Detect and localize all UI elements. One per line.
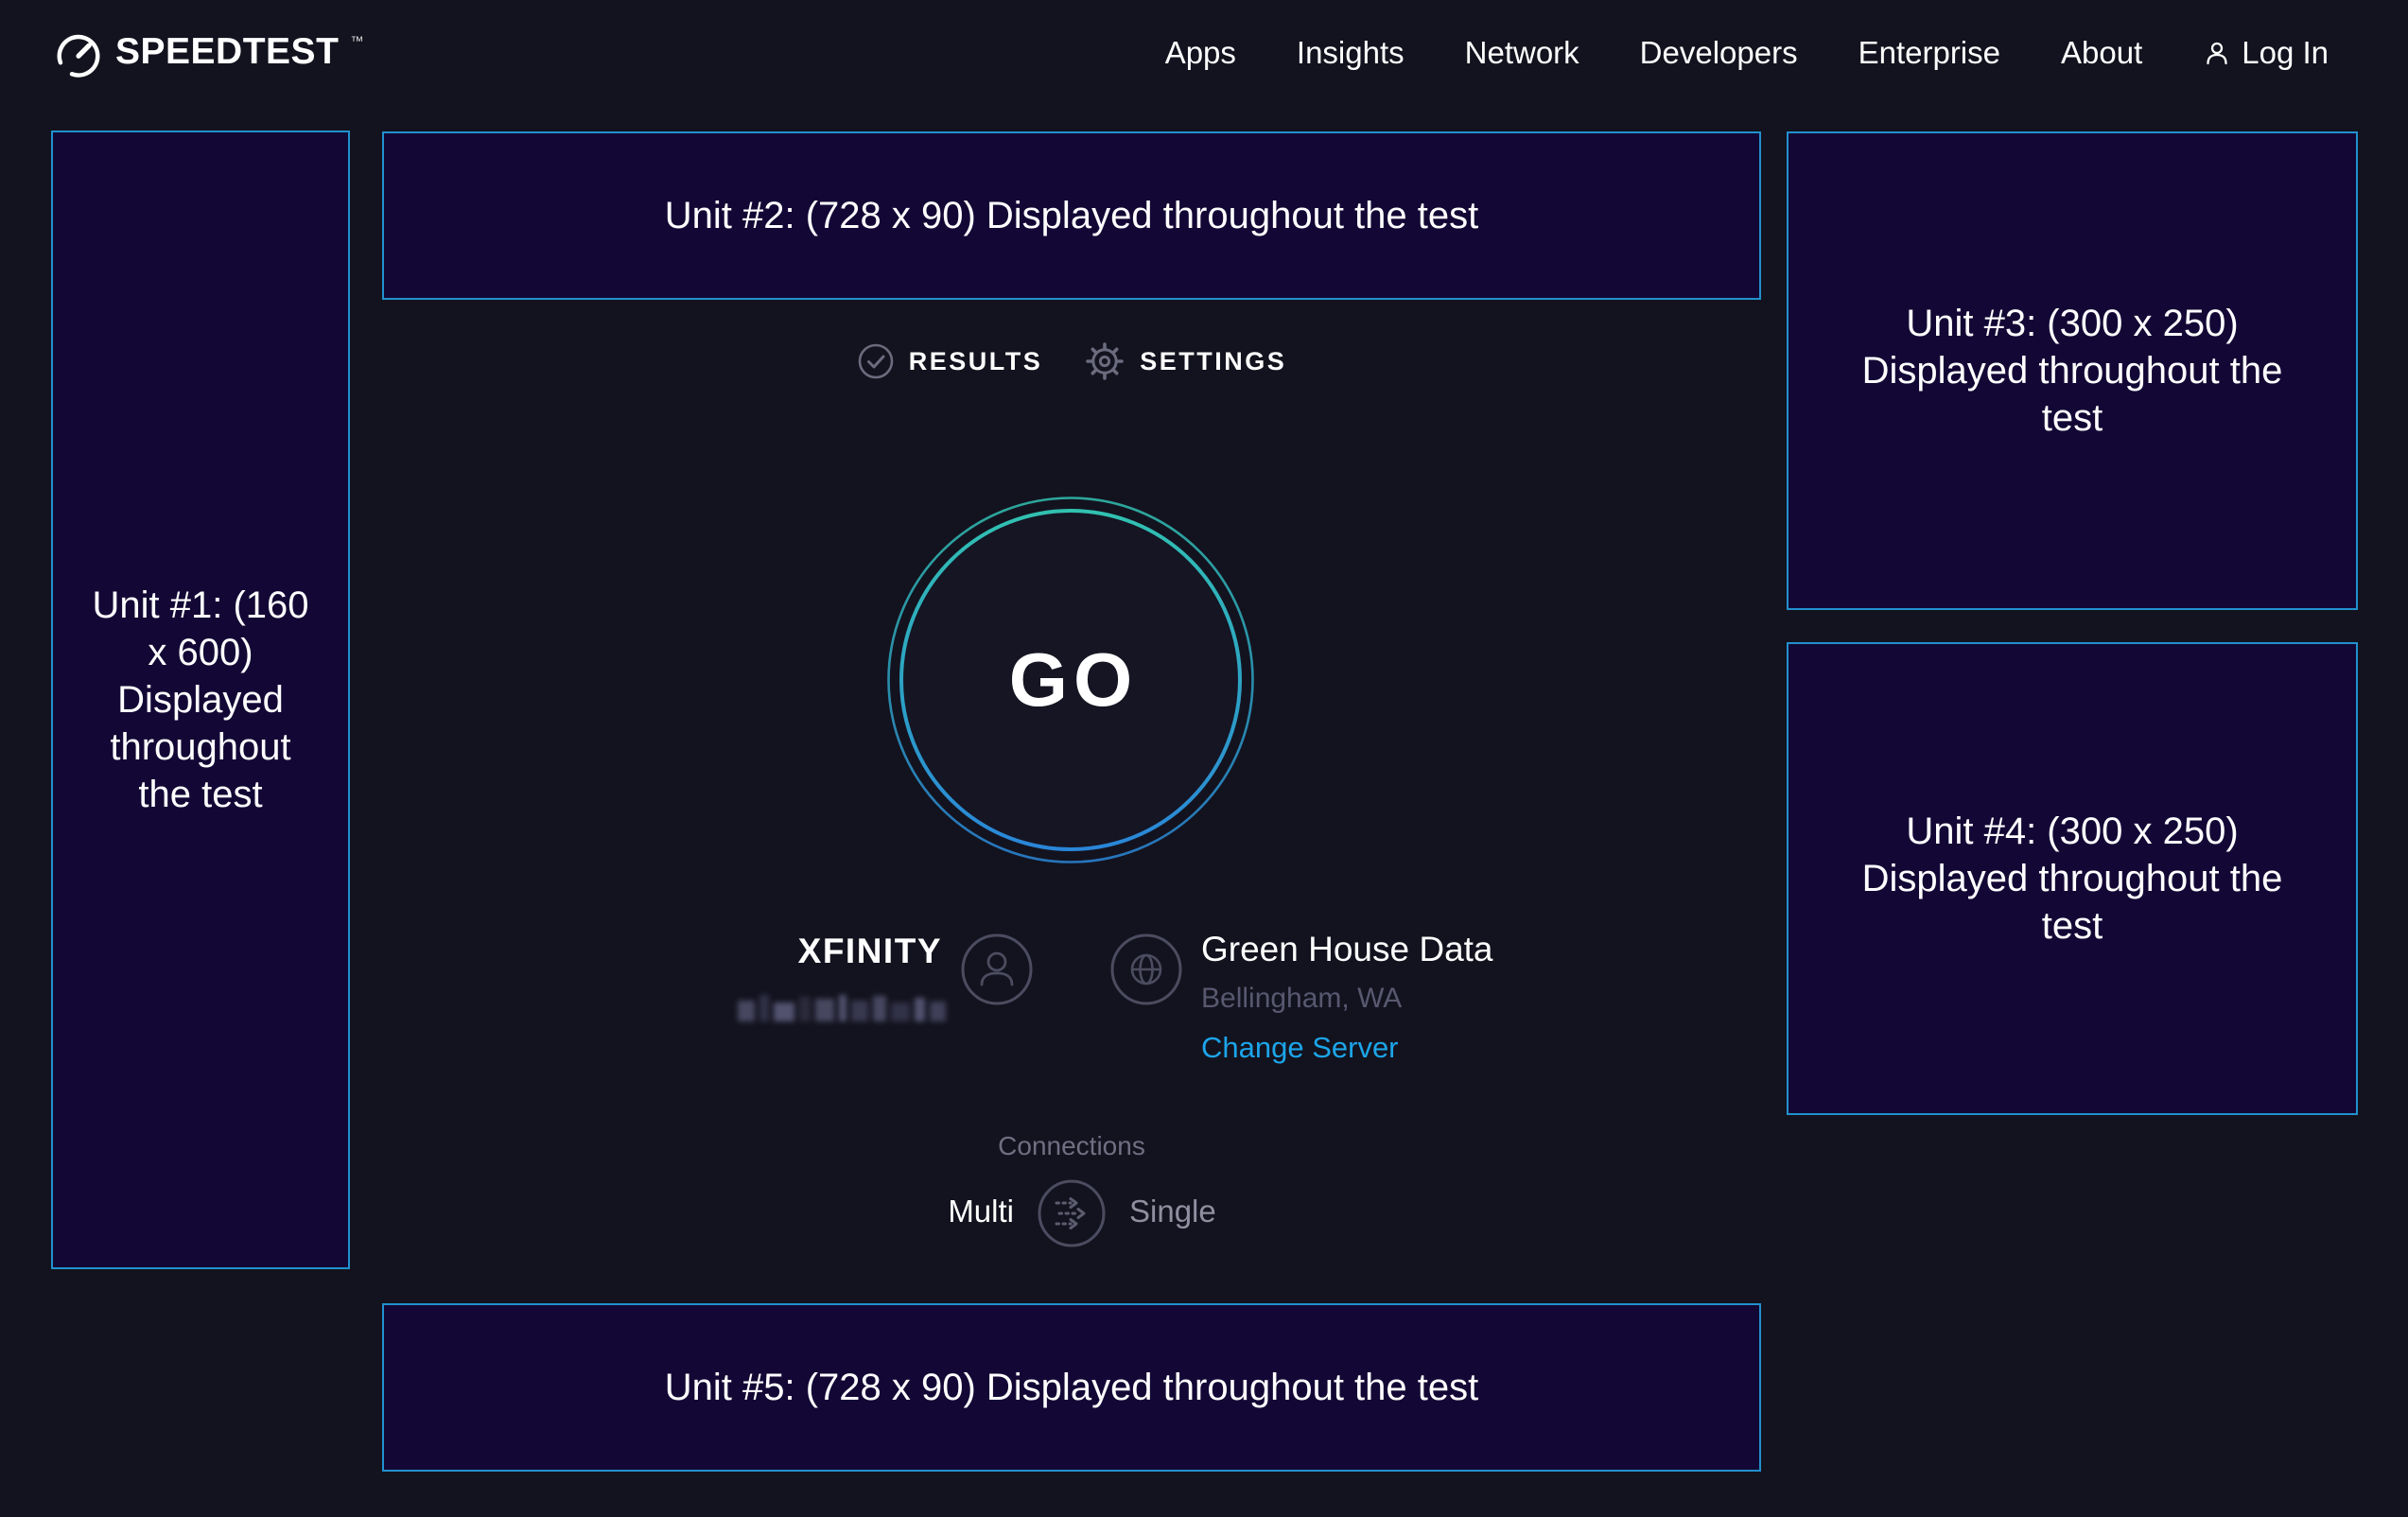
person-circle-icon	[960, 933, 1034, 1006]
go-button[interactable]: GO	[886, 496, 1255, 864]
tab-settings-label: SETTINGS	[1140, 347, 1286, 376]
person-icon	[2203, 39, 2231, 67]
tab-settings[interactable]: SETTINGS	[1084, 340, 1286, 382]
server-block: Green House Data Bellingham, WA Change S…	[1201, 930, 1493, 1065]
connections-label: Connections	[382, 1131, 1761, 1161]
speedtest-gauge-icon	[53, 28, 104, 79]
logo-text: SPEEDTEST	[115, 26, 339, 78]
ad-unit-4-text: Unit #4: (300 x 250) Displayed throughou…	[1845, 808, 2299, 950]
tab-results[interactable]: RESULTS	[857, 342, 1043, 380]
globe-circle-icon	[1109, 933, 1183, 1006]
connections-option-single[interactable]: Single	[1129, 1194, 1216, 1229]
login-label: Log In	[2242, 35, 2329, 71]
tabs-bar: RESULTS SETT	[382, 340, 1761, 382]
ad-unit-3[interactable]: Unit #3: (300 x 250) Displayed throughou…	[1787, 131, 2358, 610]
tab-results-label: RESULTS	[909, 347, 1043, 376]
ad-unit-3-text: Unit #3: (300 x 250) Displayed throughou…	[1845, 300, 2299, 442]
speedtest-page: SPEEDTEST ™ Apps Insights Network Develo…	[0, 0, 2408, 1517]
connections-option-multi[interactable]: Multi	[382, 1194, 1014, 1229]
go-button-label: GO	[886, 496, 1255, 864]
nav-item-login[interactable]: Log In	[2203, 35, 2329, 71]
server-location: Bellingham, WA	[1201, 983, 1493, 1015]
ad-unit-1[interactable]: Unit #1: (160 x 600) Displayed throughou…	[51, 131, 350, 1269]
multi-arrows-circle-icon[interactable]	[1037, 1178, 1107, 1248]
gear-icon	[1084, 340, 1125, 382]
nav-item-about[interactable]: About	[2061, 35, 2142, 71]
provider-name[interactable]: XFINITY	[382, 932, 942, 971]
ad-unit-1-text: Unit #1: (160 x 600) Displayed throughou…	[91, 582, 310, 818]
main-content: RESULTS SETT	[382, 0, 1761, 1517]
logo-trademark: ™	[350, 34, 363, 47]
check-circle-icon	[857, 342, 895, 380]
ad-unit-4[interactable]: Unit #4: (300 x 250) Displayed throughou…	[1787, 642, 2358, 1115]
nav-item-enterprise[interactable]: Enterprise	[1858, 35, 2000, 71]
server-name: Green House Data	[1201, 930, 1493, 969]
speedtest-logo[interactable]: SPEEDTEST ™	[53, 26, 363, 79]
change-server-link[interactable]: Change Server	[1201, 1031, 1399, 1065]
provider-ip-redacted	[738, 991, 946, 1021]
